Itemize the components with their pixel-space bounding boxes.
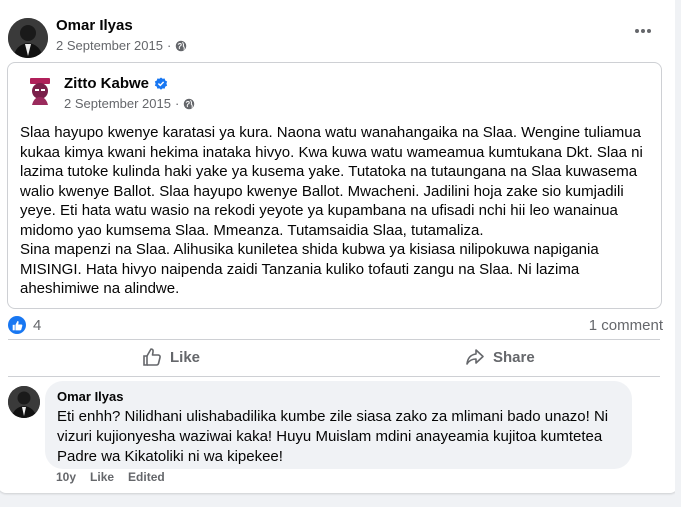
thumbs-up-icon (12, 320, 22, 330)
comment-bubble: Omar Ilyas Eti enhh? Nilidhani ulishabad… (45, 381, 632, 469)
like-reaction-icon[interactable] (8, 316, 26, 334)
divider (8, 376, 660, 377)
thumbs-up-outline-icon (143, 348, 161, 366)
globe-icon (176, 40, 187, 51)
comment-age[interactable]: 10y (56, 470, 76, 484)
share-button-label: Share (493, 348, 535, 366)
commenter-photo (8, 386, 40, 418)
post-date[interactable]: 2 September 2015 (56, 38, 163, 53)
shared-post[interactable]: Zitto Kabwe 2 September 2015 · Slaa hayu… (7, 62, 662, 309)
reactions-row: 4 1 comment (8, 316, 663, 336)
more-options-button[interactable] (625, 20, 661, 42)
globe-icon (184, 98, 195, 109)
meta-separator: · (174, 96, 180, 111)
shared-author-name: Zitto Kabwe (64, 75, 168, 92)
shared-author-avatar[interactable] (24, 75, 56, 107)
like-button[interactable]: Like (142, 342, 200, 372)
reaction-count[interactable]: 4 (33, 317, 41, 334)
post-author-name[interactable]: Omar Ilyas (56, 17, 133, 34)
post-card: Omar Ilyas 2 September 2015 · Zitto Kabw… (0, 0, 678, 493)
shared-author-label[interactable]: Zitto Kabwe (64, 75, 149, 92)
comment-actions: 10y Like Edited (56, 470, 165, 484)
comment-author[interactable]: Omar Ilyas (57, 389, 124, 404)
comment-text: Eti enhh? Nilidhani ulishabadilika kumbe… (57, 408, 609, 465)
meta-separator: · (166, 38, 172, 53)
comment-edited-label[interactable]: Edited (128, 470, 165, 484)
shared-post-paragraph: Sina mapenzi na Slaa. Alihusika kunilete… (20, 241, 599, 297)
shared-author-logo (24, 75, 56, 107)
commenter-avatar[interactable] (8, 386, 40, 418)
more-options-icon (635, 29, 651, 33)
divider (8, 339, 660, 340)
share-button[interactable]: Share (465, 342, 535, 372)
author-avatar[interactable] (8, 18, 48, 58)
shared-post-date[interactable]: 2 September 2015 (64, 96, 171, 111)
author-photo (8, 18, 48, 58)
shared-post-text: Slaa hayupo kwenye karatasi ya kura. Nao… (20, 123, 650, 299)
page-edge (675, 0, 681, 507)
shared-post-paragraph: Slaa hayupo kwenye karatasi ya kura. Nao… (20, 124, 643, 239)
like-button-label: Like (170, 348, 201, 366)
shared-post-meta: 2 September 2015 · (64, 96, 195, 111)
share-arrow-icon (466, 349, 484, 365)
verified-badge-icon (154, 76, 168, 90)
post-meta: 2 September 2015 · (56, 38, 187, 53)
comment-like-button[interactable]: Like (90, 470, 114, 484)
comment-count[interactable]: 1 comment (589, 317, 663, 334)
